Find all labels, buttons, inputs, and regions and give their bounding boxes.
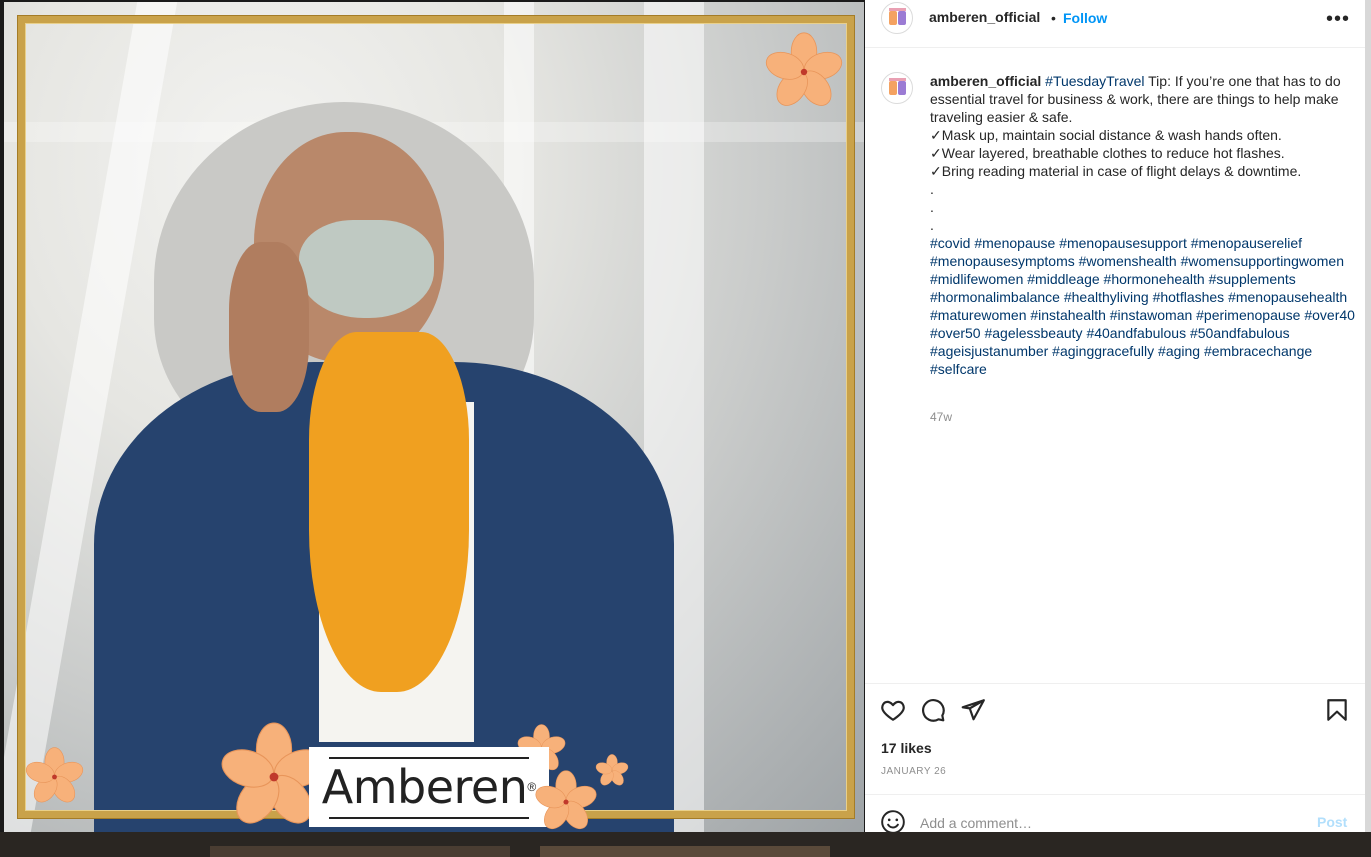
- post-date[interactable]: JANUARY 26: [881, 766, 946, 777]
- avatar-graphic: [889, 81, 897, 95]
- post-time-ago[interactable]: 47w: [930, 410, 952, 424]
- background-feed-strip: [0, 832, 1371, 857]
- scrollbar-edge[interactable]: [1365, 0, 1371, 857]
- post-caption: amberen_official #TuesdayTravel Tip: If …: [930, 72, 1355, 378]
- caption-tip: ✓Bring reading material in case of fligh…: [930, 163, 1302, 179]
- post-header: amberen_official • Follow •••: [865, 0, 1365, 48]
- caption-dot: .: [930, 199, 934, 215]
- heart-icon[interactable]: [880, 697, 906, 723]
- background-thumbnail: [540, 846, 830, 857]
- more-options-icon[interactable]: •••: [1326, 8, 1350, 31]
- background-thumbnail: [210, 846, 510, 857]
- post-comment-button[interactable]: Post: [1317, 814, 1347, 830]
- comment-input[interactable]: [920, 813, 1290, 833]
- likes-count[interactable]: 17 likes: [881, 740, 932, 756]
- post-image[interactable]: Amberen ®: [4, 2, 864, 832]
- avatar-graphic: [898, 11, 906, 25]
- flower-decoration: [595, 754, 629, 786]
- action-bar-divider: [865, 683, 1365, 684]
- separator-dot: •: [1051, 10, 1056, 26]
- caption-tip: ✓Wear layered, breathable clothes to red…: [930, 145, 1285, 161]
- brand-rule-top: [329, 757, 529, 759]
- caption-dot: .: [930, 217, 934, 233]
- caption-avatar[interactable]: [881, 72, 913, 104]
- caption-tip: ✓Mask up, maintain social distance & was…: [930, 127, 1282, 143]
- flower-decoration: [765, 32, 843, 106]
- follow-button[interactable]: Follow: [1063, 10, 1107, 26]
- profile-avatar[interactable]: [881, 2, 913, 34]
- flower-decoration: [25, 747, 84, 803]
- bookmark-icon[interactable]: [1324, 697, 1350, 723]
- post-details-panel: amberen_official • Follow ••• amberen_of…: [865, 0, 1365, 847]
- hashtag-link[interactable]: #TuesdayTravel: [1045, 73, 1144, 89]
- instagram-post-modal: Amberen ® amberen_official • Follow ••• …: [0, 0, 1371, 857]
- caption-dot: .: [930, 181, 934, 197]
- brand-logo-box: Amberen ®: [309, 747, 549, 827]
- caption-username[interactable]: amberen_official: [930, 73, 1041, 89]
- share-icon[interactable]: [960, 697, 986, 723]
- hashtag-list[interactable]: #covid #menopause #menopausesupport #men…: [930, 234, 1355, 378]
- brand-rule-bottom: [329, 817, 529, 819]
- comment-icon[interactable]: [920, 697, 946, 723]
- avatar-graphic: [889, 11, 897, 25]
- brand-logo-text: Amberen: [321, 760, 528, 814]
- avatar-graphic: [898, 81, 906, 95]
- header-username[interactable]: amberen_official: [929, 9, 1040, 25]
- flower-decoration: [535, 770, 597, 830]
- gold-frame: [18, 16, 854, 818]
